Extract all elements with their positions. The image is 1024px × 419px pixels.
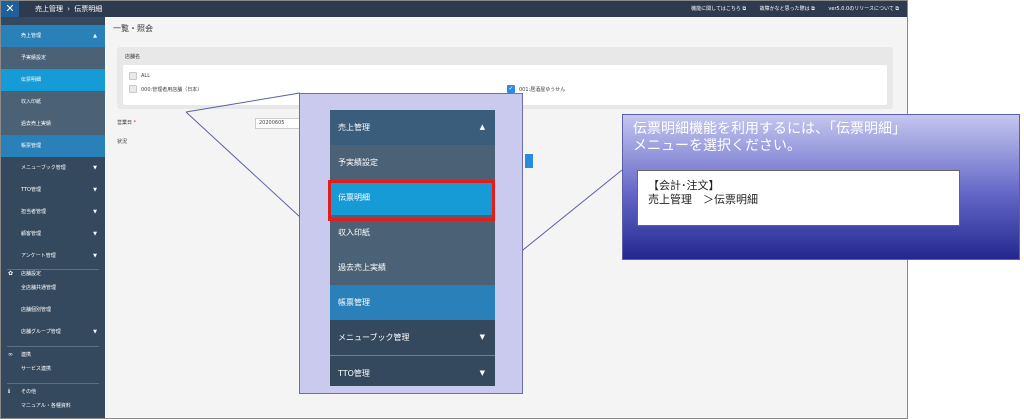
slip-highlight-frame: [328, 180, 495, 221]
chevron-down-icon: ▼: [479, 369, 485, 377]
menu-path-category: 【会計･注文】: [648, 179, 720, 192]
info-text: 伝票明細機能を利用するには、「伝票明細」 メニューを選択ください。: [633, 121, 1013, 155]
menu-path: 売上管理 ＞伝票明細: [648, 193, 758, 206]
zoom-item-label: 過去売上実績: [338, 263, 386, 272]
zoom-item-label: 収入印紙: [338, 228, 370, 237]
zoom-item-tto[interactable]: TTO管理 ▼: [330, 356, 495, 386]
zoom-item-label: 予実績設定: [338, 158, 378, 167]
zoomed-sidebar-menu: 売上管理 ▲ 予実績設定 伝票明細 収入印紙 過去売上実績 帳票管理 メニューブッ…: [330, 110, 495, 386]
zoom-item-label: 売上管理: [338, 123, 370, 132]
info-callout: 伝票明細機能を利用するには、「伝票明細」 メニューを選択ください。 【会計･注文…: [622, 114, 1020, 260]
info-line-2: メニューを選択ください。: [633, 138, 801, 154]
callout-line-bottom: [185, 111, 301, 218]
zoom-item-label: メニューブック管理: [338, 333, 410, 342]
zoom-item-sales[interactable]: 売上管理 ▲: [330, 110, 495, 145]
menu-path-box: 【会計･注文】 売上管理 ＞伝票明細: [637, 170, 960, 226]
zoom-item-label: TTO管理: [338, 369, 370, 378]
zoom-item-menubook[interactable]: メニューブック管理 ▼: [330, 320, 495, 355]
callout-line-info: [512, 169, 623, 259]
zoom-item-label: 帳票管理: [338, 298, 370, 307]
zoom-callout: 売上管理 ▲ 予実績設定 伝票明細 収入印紙 過去売上実績 帳票管理 メニューブッ…: [299, 93, 523, 394]
callout-line-top: [185, 92, 301, 113]
chevron-up-icon: ▲: [479, 123, 485, 131]
zoom-item-ledger[interactable]: 帳票管理: [330, 285, 495, 320]
chevron-down-icon: ▼: [479, 333, 485, 341]
zoom-item-past[interactable]: 過去売上実績: [330, 250, 495, 285]
zoom-item-budget[interactable]: 予実績設定: [330, 145, 495, 180]
info-line-1: 伝票明細機能を利用するには、「伝票明細」: [633, 121, 906, 137]
